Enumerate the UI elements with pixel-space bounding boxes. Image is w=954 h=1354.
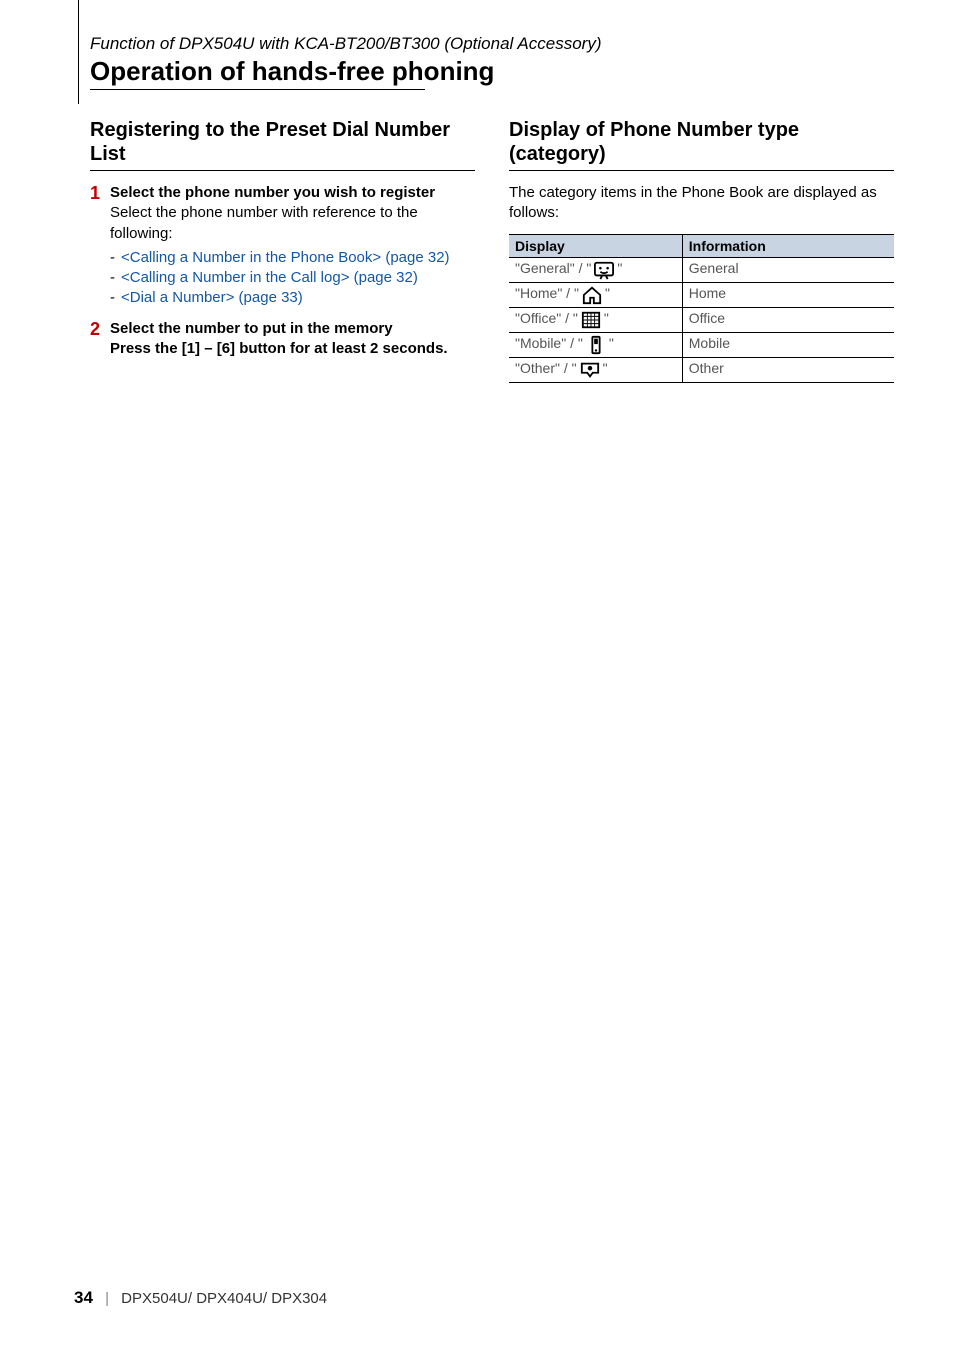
step-2-body: Select the number to put in the memory P…: [110, 319, 475, 360]
info-cell: Other: [682, 357, 894, 382]
dash: -: [110, 268, 115, 288]
general-icon: [593, 260, 615, 280]
display-label: "Office" / ": [515, 310, 578, 326]
link-call-log-text: <Calling a Number in the Call log> (page…: [121, 268, 418, 288]
display-label-end: ": [617, 260, 622, 276]
category-table: Display Information "General" / " ": [509, 234, 894, 383]
section-heading-register: Registering to the Preset Dial Number Li…: [90, 118, 475, 166]
col-display-header: Display: [509, 234, 682, 257]
link-dial-number-text: <Dial a Number> (page 33): [121, 288, 303, 308]
step-1: 1 Select the phone number you wish to re…: [90, 183, 475, 309]
section-heading-display: Display of Phone Number type (category): [509, 118, 894, 166]
step-2-head: Select the number to put in the memory: [110, 320, 393, 337]
right-column: Display of Phone Number type (category) …: [509, 118, 894, 383]
step-1-links: - <Calling a Number in the Phone Book> (…: [110, 248, 475, 309]
info-cell: Home: [682, 282, 894, 307]
step-1-head: Select the phone number you wish to regi…: [110, 184, 435, 201]
link-phone-book[interactable]: - <Calling a Number in the Phone Book> (…: [110, 248, 475, 268]
table-row: "Home" / " " Home: [509, 282, 894, 307]
page: Function of DPX504U with KCA-BT200/BT300…: [0, 0, 954, 1354]
table-header-row: Display Information: [509, 234, 894, 257]
info-cell: General: [682, 257, 894, 282]
page-number: 34: [74, 1288, 93, 1307]
step-1-number: 1: [90, 183, 104, 309]
col-info-header: Information: [682, 234, 894, 257]
table-row: "Mobile" / " " Mobile: [509, 332, 894, 357]
table-row: "Office" / " " Office: [509, 307, 894, 332]
office-icon: [580, 310, 602, 330]
info-cell: Mobile: [682, 332, 894, 357]
display-label-end: ": [604, 310, 609, 326]
table-row: "Other" / " " Other: [509, 357, 894, 382]
context-line: Function of DPX504U with KCA-BT200/BT300…: [90, 34, 894, 54]
info-cell: Office: [682, 307, 894, 332]
display-label: "Home" / ": [515, 285, 579, 301]
display-label: "Mobile" / ": [515, 335, 583, 351]
display-label: "Other" / ": [515, 360, 577, 376]
step-1-body: Select the phone number you wish to regi…: [110, 183, 475, 309]
footer-models: DPX504U/ DPX404U/ DPX304: [121, 1290, 327, 1307]
left-column: Registering to the Preset Dial Number Li…: [90, 118, 475, 383]
section-rule-right: [509, 170, 894, 171]
display-label-end: ": [605, 285, 610, 301]
columns: Registering to the Preset Dial Number Li…: [90, 118, 894, 383]
footer: 34 | DPX504U/ DPX404U/ DPX304: [74, 1288, 327, 1308]
section-rule-left: [90, 170, 475, 171]
footer-separator: |: [105, 1290, 109, 1307]
intro-text: The category items in the Phone Book are…: [509, 183, 894, 224]
display-label-end: ": [609, 335, 614, 351]
display-label: "General" / ": [515, 260, 591, 276]
table-row: "General" / " " General: [509, 257, 894, 282]
step-2-text: Press the [1] – [6] button for at least …: [110, 340, 448, 357]
home-icon: [581, 285, 603, 305]
step-2-number: 2: [90, 319, 104, 360]
page-title: Operation of hands-free phoning: [90, 56, 894, 87]
link-phone-book-text: <Calling a Number in the Phone Book> (pa…: [121, 248, 450, 268]
link-dial-number[interactable]: - <Dial a Number> (page 33): [110, 288, 475, 308]
step-1-text: Select the phone number with reference t…: [110, 204, 418, 241]
display-label-end: ": [603, 360, 608, 376]
dash: -: [110, 288, 115, 308]
link-call-log[interactable]: - <Calling a Number in the Call log> (pa…: [110, 268, 475, 288]
mobile-icon: [585, 335, 607, 355]
dash: -: [110, 248, 115, 268]
header-left-rule: [78, 0, 79, 104]
step-2: 2 Select the number to put in the memory…: [90, 319, 475, 360]
other-icon: [579, 360, 601, 380]
title-underline: [90, 89, 425, 90]
